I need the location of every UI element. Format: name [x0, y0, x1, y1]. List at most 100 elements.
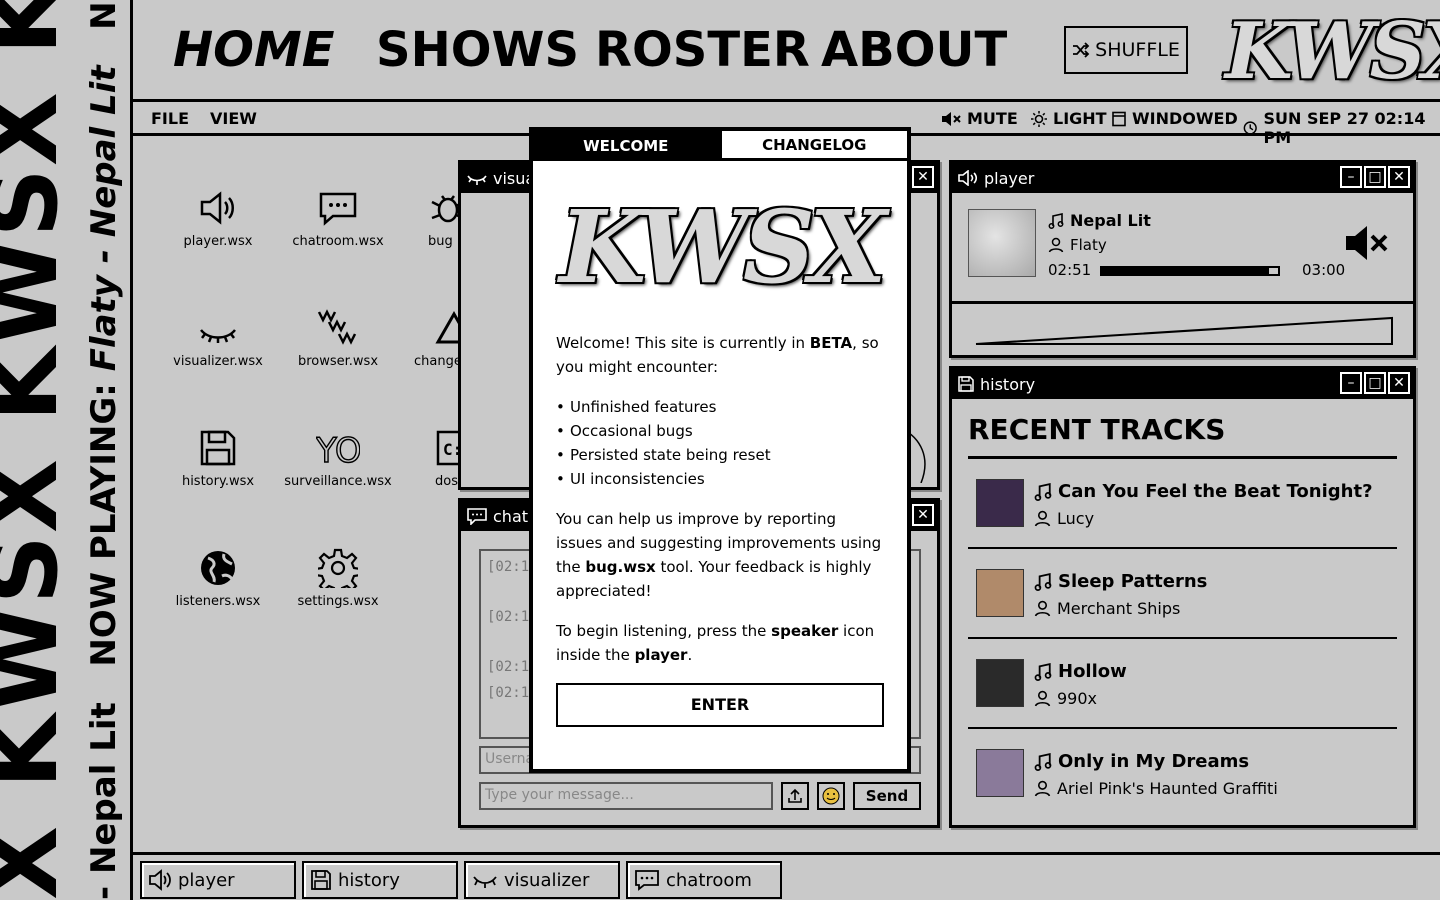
list-item: Persisted state being reset — [556, 443, 884, 467]
bug-tool-text: bug.wsx — [585, 558, 656, 576]
person-icon — [1034, 780, 1051, 797]
upload-icon — [788, 788, 802, 803]
desktop-icon-listeners[interactable]: listeners.wsx — [158, 548, 278, 609]
track-title-text: Hollow — [1058, 661, 1127, 682]
menu-view[interactable]: VIEW — [210, 109, 257, 128]
track-row[interactable]: Hollow 990x — [968, 639, 1397, 729]
mute-label: MUTE — [967, 109, 1018, 128]
progress-fill — [1102, 268, 1270, 274]
shuffle-button[interactable]: SHUFFLE — [1064, 26, 1188, 74]
desktop-icon-label: player.wsx — [183, 234, 253, 249]
taskbar-label: history — [338, 869, 400, 891]
emoji-button[interactable] — [817, 782, 845, 810]
minimize-icon[interactable]: – — [1340, 372, 1362, 394]
history-window[interactable]: history – □ ✕ RECENT TRACKS Can You Feel… — [949, 366, 1416, 828]
desktop-icon-label: bug — [428, 234, 453, 249]
kwsx-logo: KWSX — [1225, 6, 1440, 97]
desktop-icon-browser[interactable]: browser.wsx — [278, 308, 398, 369]
desktop-icon-bug[interactable]: bug — [398, 188, 460, 249]
taskbar-item-player[interactable]: player — [140, 861, 296, 899]
nav-shows-link[interactable]: SHOWS — [376, 22, 579, 78]
enter-button[interactable]: ENTER — [556, 683, 884, 727]
person-icon — [1034, 690, 1051, 707]
datetime-label: SUN SEP 27 02:14 PM — [1263, 109, 1426, 147]
desktop-icon-settings[interactable]: settings.wsx — [278, 548, 398, 609]
progress-bar[interactable] — [1100, 266, 1280, 276]
taskbar: player history visualizer chatroom — [133, 852, 1440, 900]
windowed-toggle[interactable]: WINDOWED — [1112, 109, 1238, 128]
desktop-icon-history[interactable]: history.wsx — [158, 428, 278, 489]
nav-roster-link[interactable]: ROSTER — [595, 22, 810, 78]
history-titlebar[interactable]: history – □ ✕ — [952, 369, 1413, 399]
speaker-muted-icon — [1346, 226, 1388, 260]
list-item: Unfinished features — [556, 395, 884, 419]
now-playing-banner: X KWSX KWSX KWSX KWSX - Nepal Lit NOW PL… — [0, 0, 133, 900]
taskbar-item-chatroom[interactable]: chatroom — [626, 861, 782, 899]
banner-track: Flaty - Nepal Lit — [84, 65, 124, 372]
banner-prefix: - Nepal Lit NOW PLAYING: — [84, 371, 124, 900]
list-item: Occasional bugs — [556, 419, 884, 443]
taskbar-item-history[interactable]: history — [302, 861, 458, 899]
nav-home-link[interactable]: HOME — [173, 22, 335, 78]
windowed-label: WINDOWED — [1132, 109, 1238, 128]
desktop-icon-chatroom[interactable]: chatroom.wsx — [278, 188, 398, 249]
clock: SUN SEP 27 02:14 PM — [1243, 109, 1440, 147]
desktop-icon-label: visualizer.wsx — [173, 354, 263, 369]
changelog-icon — [435, 310, 460, 344]
volume-slider[interactable] — [952, 304, 1416, 359]
recent-tracks-heading: RECENT TRACKS — [968, 413, 1397, 459]
track-artist: Flaty — [1048, 236, 1107, 254]
shuffle-icon — [1073, 42, 1090, 58]
desktop-icon-player[interactable]: player.wsx — [158, 188, 278, 249]
welcome-modal[interactable]: WELCOME CHANGELOG KWSX Welcome! This sit… — [529, 127, 911, 773]
send-button[interactable]: Send — [853, 782, 921, 810]
maximize-icon[interactable]: □ — [1364, 166, 1386, 188]
tab-welcome[interactable]: WELCOME — [533, 131, 719, 161]
desktop-icon-changelog[interactable]: change — [398, 308, 460, 369]
volume-area[interactable] — [952, 301, 1416, 359]
player-titlebar[interactable]: player – □ ✕ — [952, 163, 1413, 193]
floppy-icon — [311, 870, 331, 890]
track-artist-text: Flaty — [1070, 236, 1107, 254]
eye-closed-icon — [473, 876, 497, 888]
taskbar-label: chatroom — [666, 869, 752, 891]
dos-icon: C: — [436, 430, 460, 466]
close-icon[interactable]: ✕ — [1388, 166, 1410, 188]
banner-now-playing: - Nepal Lit NOW PLAYING: Flaty - Nepal L… — [84, 0, 124, 900]
player-window[interactable]: player – □ ✕ Nepal Lit Flaty 02:51 03:00 — [949, 160, 1416, 358]
sun-icon — [1031, 110, 1047, 127]
message-input[interactable]: Type your message... — [479, 782, 773, 810]
track-title: Only in My Dreams — [1034, 751, 1249, 772]
tab-changelog[interactable]: CHANGELOG — [718, 131, 907, 161]
music-note-icon — [1048, 212, 1064, 229]
player-mute-button[interactable] — [1344, 223, 1392, 267]
track-artist: Ariel Pink's Haunted Graffiti — [1034, 779, 1278, 798]
desktop-icon-surveillance[interactable]: YOU surveillance.wsx — [278, 428, 398, 489]
minimize-icon[interactable]: – — [1340, 166, 1362, 188]
smiley-icon — [822, 787, 840, 805]
nav-about-link[interactable]: ABOUT — [821, 22, 1007, 78]
mute-toggle[interactable]: MUTE — [941, 109, 1018, 128]
close-icon[interactable]: ✕ — [912, 504, 934, 526]
upload-button[interactable] — [781, 782, 809, 810]
track-row[interactable]: Sleep Patterns Merchant Ships — [968, 549, 1397, 639]
track-artist-text: Ariel Pink's Haunted Graffiti — [1057, 779, 1278, 798]
light-toggle[interactable]: LIGHT — [1031, 109, 1107, 128]
bug-icon — [431, 195, 460, 223]
album-art — [968, 209, 1036, 277]
track-thumbnail — [976, 479, 1024, 527]
close-icon[interactable]: ✕ — [912, 166, 934, 188]
taskbar-item-visualizer[interactable]: visualizer — [464, 861, 620, 899]
chat-message: [02:1 — [487, 609, 530, 625]
desktop-icon-visualizer[interactable]: visualizer.wsx — [158, 308, 278, 369]
maximize-icon[interactable]: □ — [1364, 372, 1386, 394]
desktop-icon-label: chatroom.wsx — [292, 234, 384, 249]
beta-text: BETA — [809, 334, 853, 352]
window-title: history — [980, 374, 1036, 394]
menu-file[interactable]: FILE — [151, 109, 189, 128]
track-row[interactable]: Only in My Dreams Ariel Pink's Haunted Gr… — [968, 729, 1397, 819]
track-row[interactable]: Can You Feel the Beat Tonight? Lucy — [968, 459, 1397, 549]
desktop-icon-dos[interactable]: C: dos — [398, 428, 460, 489]
close-icon[interactable]: ✕ — [1388, 372, 1410, 394]
chat-message: [02:1 — [487, 659, 530, 675]
